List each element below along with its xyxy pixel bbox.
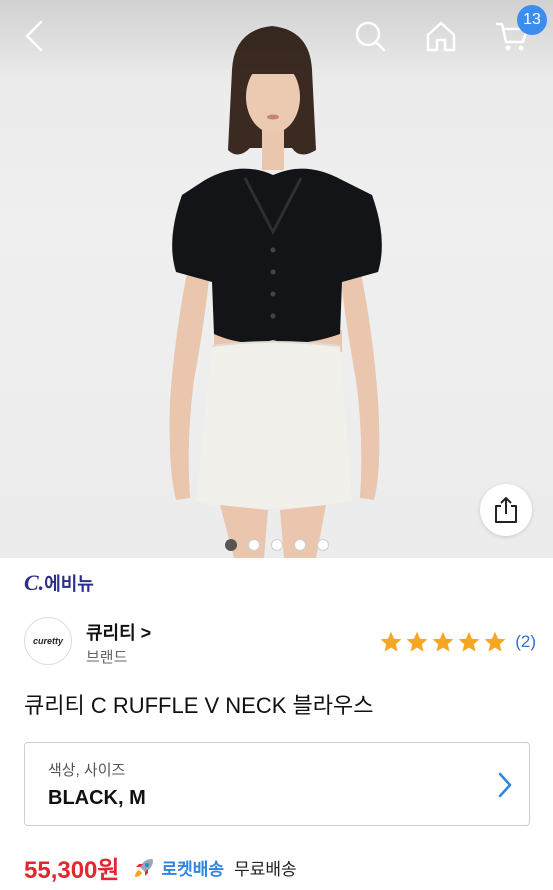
product-image-gallery[interactable] <box>0 0 553 558</box>
price: 55,300원 <box>24 857 120 884</box>
rocket-icon <box>134 858 153 877</box>
option-value: BLACK, M <box>48 787 146 809</box>
star-icon <box>458 631 480 652</box>
price-row: 55,300원 로켓배송 무료배송 <box>24 850 297 885</box>
cart-count-badge: 13 <box>517 5 547 35</box>
option-label: 색상, 사이즈 <box>48 762 126 779</box>
seller-label: 에비뉴 <box>44 574 94 594</box>
option-selector[interactable]: 색상, 사이즈 BLACK, M <box>24 742 530 826</box>
search-icon <box>355 21 386 52</box>
star-icon <box>406 631 428 652</box>
rocket-delivery-label: 로켓배송 <box>161 860 225 879</box>
home-button[interactable] <box>419 14 463 58</box>
carousel-dot[interactable] <box>270 539 283 551</box>
brand-subtitle: 브랜드 <box>86 649 128 666</box>
back-button[interactable] <box>12 14 56 58</box>
header-gradient <box>0 0 553 80</box>
carousel-dot[interactable] <box>224 539 237 551</box>
share-icon <box>495 497 517 523</box>
free-shipping-label: 무료배송 <box>234 860 297 879</box>
star-icon <box>484 631 506 652</box>
star-icon <box>380 631 402 652</box>
carousel-indicator <box>0 539 553 551</box>
home-icon <box>426 21 456 52</box>
carousel-dot[interactable] <box>316 539 329 551</box>
search-button[interactable] <box>348 14 392 58</box>
rating[interactable]: (2) <box>379 630 536 654</box>
carousel-dot[interactable] <box>293 539 306 551</box>
product-title: 큐리티 C RUFFLE V NECK 블라우스 <box>24 693 374 718</box>
brand-link[interactable]: 큐리티 > <box>86 619 151 645</box>
seller-name[interactable]: C. 에비뉴 <box>24 570 94 596</box>
carousel-dot[interactable] <box>247 539 260 551</box>
chevron-left-icon <box>25 20 43 52</box>
review-count[interactable]: (2) <box>515 632 536 652</box>
share-button[interactable] <box>480 484 532 536</box>
seller-logo-mark: C. <box>24 570 45 595</box>
brand-row: curetty 큐리티 > 브랜드 (2) <box>24 617 536 667</box>
brand-logo[interactable]: curetty <box>24 617 72 665</box>
chevron-right-icon <box>498 772 512 798</box>
star-icon <box>432 631 454 652</box>
product-photo <box>169 26 382 558</box>
